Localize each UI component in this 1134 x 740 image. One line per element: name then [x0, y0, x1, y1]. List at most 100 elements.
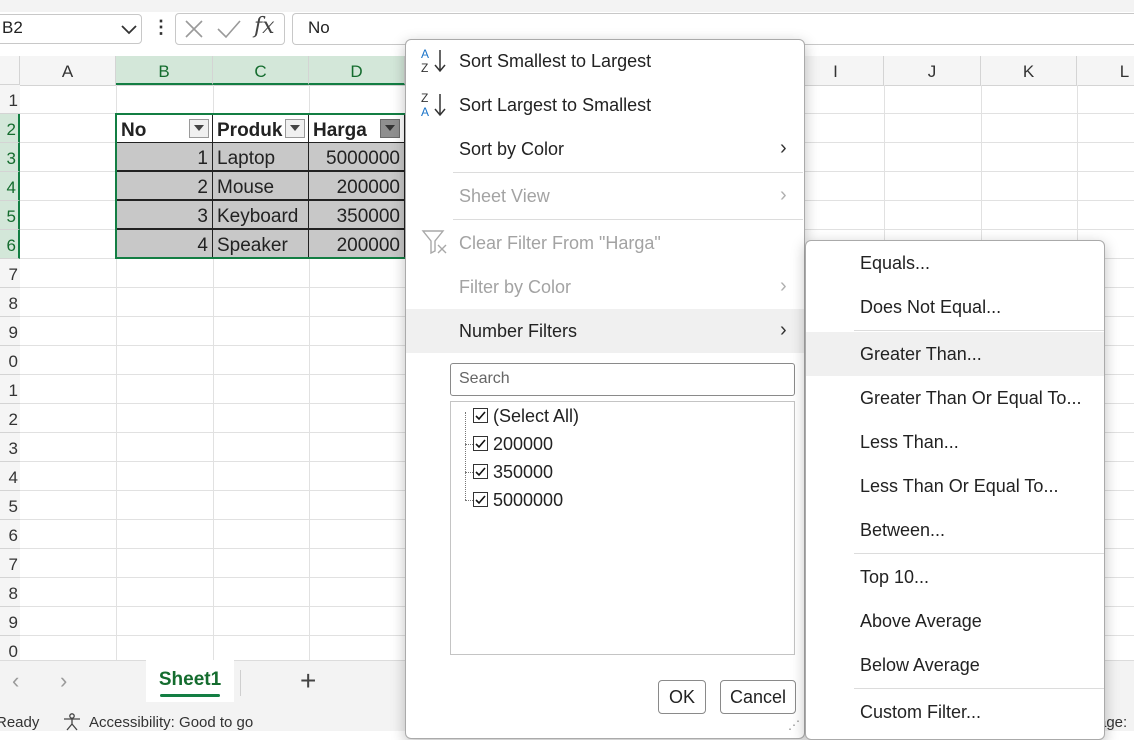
row-header[interactable]: 5 — [0, 491, 20, 520]
row-header[interactable]: 8 — [0, 288, 20, 317]
menu-sort-smallest-to-largest[interactable]: Sort Smallest to Largest — [459, 51, 651, 72]
header-label: Produk — [217, 120, 283, 141]
row-header[interactable]: 6 — [0, 520, 20, 549]
checkbox-select-all[interactable] — [473, 408, 488, 423]
divider — [240, 670, 241, 696]
submenu-below-average[interactable]: Below Average — [860, 655, 980, 676]
menu-separator — [854, 330, 1104, 331]
column-header-l[interactable]: L — [1077, 56, 1134, 85]
column-header-k[interactable]: K — [981, 56, 1077, 85]
filter-dropdown-button[interactable] — [285, 119, 305, 138]
row-header[interactable]: 6 — [0, 230, 20, 259]
submenu-greater-than-or-equal[interactable]: Greater Than Or Equal To... — [860, 388, 1081, 409]
active-tab-indicator — [160, 694, 220, 697]
table-cell[interactable]: Mouse — [212, 171, 309, 200]
table-cell[interactable]: 2 — [116, 171, 213, 200]
row-header[interactable]: 4 — [0, 172, 20, 201]
submenu-top-10[interactable]: Top 10... — [860, 567, 929, 588]
table-cell[interactable]: 200000 — [308, 171, 405, 200]
select-all-corner[interactable] — [0, 56, 20, 85]
name-box-value: B2 — [2, 18, 23, 37]
row-header[interactable]: 5 — [0, 201, 20, 230]
svg-text:Z: Z — [421, 61, 428, 75]
submenu-greater-than[interactable]: Greater Than... — [860, 344, 982, 365]
table-cell[interactable]: 3 — [116, 200, 213, 229]
insert-function-icon[interactable]: fx — [254, 14, 275, 39]
menu-separator — [453, 219, 803, 220]
menu-separator — [453, 172, 803, 173]
row-header[interactable]: 4 — [0, 462, 20, 491]
svg-text:Z: Z — [421, 91, 428, 105]
checkbox-value[interactable] — [473, 492, 488, 507]
submenu-less-than-or-equal[interactable]: Less Than Or Equal To... — [860, 476, 1058, 497]
table-cell[interactable]: 200000 — [308, 229, 405, 258]
menu-clear-filter: Clear Filter From "Harga" — [459, 233, 661, 253]
column-header-a[interactable]: A — [20, 56, 116, 85]
chevron-right-icon: › — [780, 137, 787, 159]
confirm-entry-icon[interactable] — [216, 18, 242, 45]
table-cell[interactable]: 5000000 — [308, 142, 405, 171]
column-header-j[interactable]: J — [884, 56, 981, 85]
svg-text:A: A — [421, 47, 429, 61]
row-header[interactable]: 3 — [0, 433, 20, 462]
clear-filter-icon — [421, 229, 449, 260]
submenu-does-not-equal[interactable]: Does Not Equal... — [860, 297, 1001, 318]
row-header[interactable]: 2 — [0, 404, 20, 433]
menu-separator — [854, 553, 1104, 554]
row-header[interactable]: 9 — [0, 317, 20, 346]
row-header[interactable]: 1 — [0, 85, 20, 114]
chevron-left-icon[interactable]: ‹ — [12, 668, 19, 694]
menu-sort-largest-to-smallest[interactable]: Sort Largest to Smallest — [459, 95, 651, 116]
row-header[interactable]: 9 — [0, 607, 20, 636]
row-header[interactable]: 8 — [0, 578, 20, 607]
row-header[interactable]: 0 — [0, 346, 20, 375]
tree-connector — [465, 412, 466, 500]
accessibility-icon[interactable] — [62, 713, 82, 736]
checkbox-value[interactable] — [473, 436, 488, 451]
column-header-c[interactable]: C — [213, 56, 309, 85]
cancel-entry-icon[interactable] — [183, 18, 205, 45]
cancel-button[interactable]: Cancel — [720, 680, 796, 714]
chevron-right-icon: › — [780, 319, 787, 341]
submenu-less-than[interactable]: Less Than... — [860, 432, 959, 453]
column-header-d[interactable]: D — [309, 56, 405, 85]
checkbox-value[interactable] — [473, 464, 488, 479]
table-cell[interactable]: 4 — [116, 229, 213, 258]
checkbox-label: (Select All) — [493, 406, 580, 426]
checkbox-label: 350000 — [493, 462, 554, 482]
table-cell[interactable]: 350000 — [308, 200, 405, 229]
chevron-down-icon[interactable] — [118, 18, 140, 40]
filter-dropdown-button[interactable] — [189, 119, 209, 138]
checkbox-label: 200000 — [493, 434, 554, 454]
formula-value: No — [308, 18, 330, 37]
resize-grip-icon[interactable]: ⋰ — [788, 718, 800, 732]
filter-dropdown-button-active[interactable] — [380, 119, 400, 138]
menu-separator — [854, 688, 1104, 689]
menu-filter-by-color: Filter by Color — [459, 277, 572, 297]
table-cell[interactable]: Keyboard — [212, 200, 309, 229]
row-header[interactable]: 2 — [0, 114, 20, 143]
status-accessibility[interactable]: Accessibility: Good to go — [89, 714, 253, 731]
table-cell[interactable]: Laptop — [212, 142, 309, 171]
menu-sort-by-color[interactable]: Sort by Color — [459, 139, 564, 160]
row-header[interactable]: 3 — [0, 143, 20, 172]
table-cell[interactable]: 1 — [116, 142, 213, 171]
ok-button[interactable]: OK — [658, 680, 706, 714]
header-label: Harga — [313, 120, 367, 141]
submenu-equals[interactable]: Equals... — [860, 253, 930, 274]
column-header-b[interactable]: B — [116, 56, 213, 85]
ribbon-edge — [0, 0, 1134, 12]
table-cell[interactable]: Speaker — [212, 229, 309, 258]
chevron-right-icon: › — [780, 184, 787, 206]
more-options-icon[interactable]: ⋮ — [152, 17, 170, 38]
submenu-above-average[interactable]: Above Average — [860, 611, 982, 632]
row-header[interactable]: 7 — [0, 549, 20, 578]
search-placeholder: Search — [459, 370, 510, 387]
submenu-between[interactable]: Between... — [860, 520, 945, 541]
row-header[interactable]: 7 — [0, 259, 20, 288]
chevron-right-icon[interactable]: › — [60, 668, 67, 694]
submenu-custom-filter[interactable]: Custom Filter... — [860, 702, 981, 723]
add-sheet-button[interactable]: + — [300, 665, 316, 697]
row-header[interactable]: 1 — [0, 375, 20, 404]
menu-number-filters[interactable]: Number Filters — [459, 321, 577, 342]
